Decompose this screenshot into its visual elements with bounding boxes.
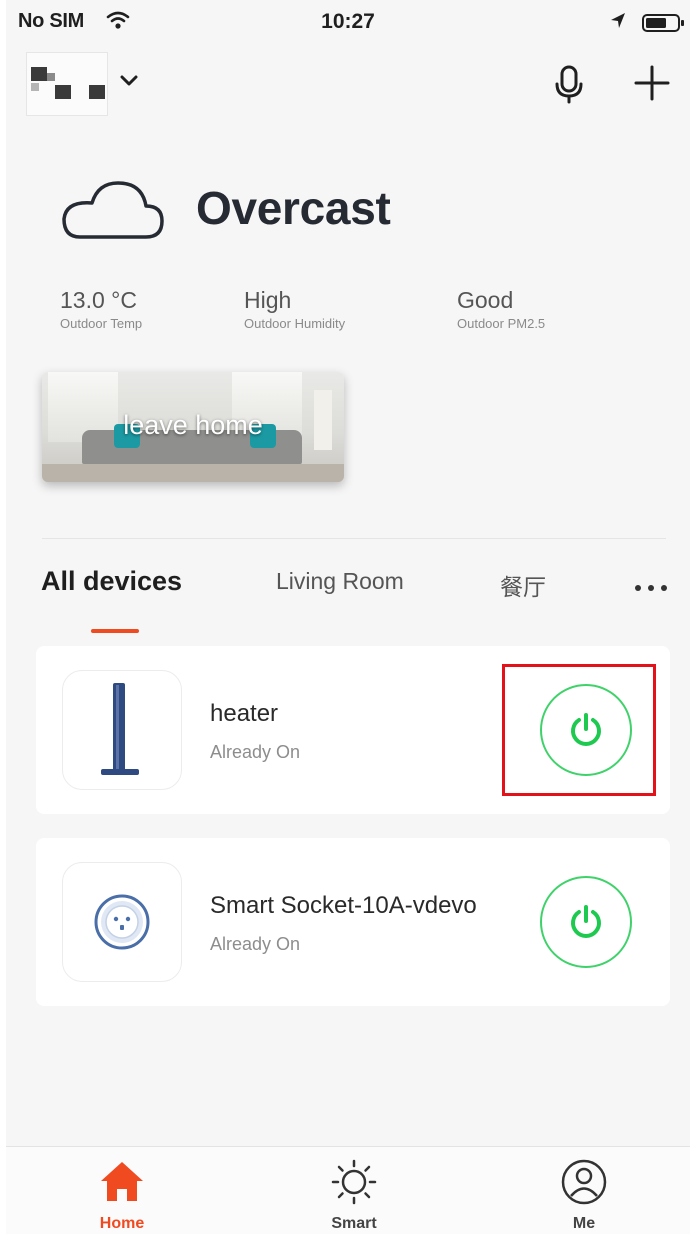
stat-outdoor-pm25: Good Outdoor PM2.5: [457, 287, 545, 331]
tabbar-label: Home: [99, 1215, 145, 1232]
tabbar-home[interactable]: Home: [52, 1147, 192, 1234]
more-dots-icon[interactable]: [634, 580, 668, 598]
battery-icon: [642, 13, 686, 38]
tabbar-label: Smart: [331, 1215, 377, 1232]
status-bar: No SIM 10:27: [6, 0, 690, 48]
device-card-heater[interactable]: heater Already On: [36, 646, 670, 814]
bottom-tab-bar: Home Smart Me: [6, 1146, 690, 1234]
qr-code-icon: [31, 67, 105, 99]
power-icon: [571, 905, 601, 938]
device-name: heater: [210, 700, 279, 727]
stat-label: Outdoor PM2.5: [457, 316, 546, 331]
device-status: Already On: [210, 742, 301, 762]
stat-label: Outdoor Temp: [60, 316, 143, 331]
status-time: 10:27: [321, 10, 375, 33]
device-status: Already On: [210, 934, 301, 954]
stat-value: High: [244, 287, 292, 313]
stat-value: 13.0 °C: [60, 287, 137, 313]
user-icon: [561, 1159, 607, 1205]
microphone-icon[interactable]: [552, 64, 586, 109]
stat-value: Good: [457, 287, 514, 313]
weather-condition: Overcast: [196, 182, 391, 234]
tab-living-room[interactable]: Living Room: [276, 568, 404, 595]
tabbar-smart[interactable]: Smart: [284, 1147, 424, 1234]
power-button-smart-socket[interactable]: [540, 876, 632, 968]
tab-all-devices[interactable]: All devices: [41, 566, 182, 597]
plus-icon[interactable]: [633, 64, 671, 107]
home-switcher[interactable]: [26, 52, 108, 116]
device-card-smart-socket[interactable]: Smart Socket-10A-vdevo Already On: [36, 838, 670, 1006]
stat-outdoor-humidity: High Outdoor Humidity: [244, 287, 345, 331]
tabbar-label: Me: [572, 1215, 596, 1232]
active-tab-indicator: [91, 629, 139, 633]
scene-floor: [42, 464, 344, 482]
cloud-icon: [58, 175, 168, 250]
sun-icon: [331, 1159, 377, 1205]
highlight-box: [502, 664, 656, 796]
device-name: Smart Socket-10A-vdevo: [210, 892, 477, 919]
scene-card-leave-home[interactable]: leave home: [42, 372, 344, 482]
socket-icon: [62, 862, 182, 982]
tabbar-me[interactable]: Me: [514, 1147, 654, 1234]
location-arrow-icon: [610, 12, 626, 35]
stat-label: Outdoor Humidity: [244, 316, 346, 331]
home-icon: [101, 1162, 143, 1201]
section-divider: [42, 538, 666, 539]
stat-outdoor-temp: 13.0 °C Outdoor Temp: [60, 287, 142, 331]
heater-icon: [62, 670, 182, 790]
chevron-down-icon[interactable]: [119, 74, 139, 93]
app-screen: No SIM 10:27 Overcast 13.0 °C Outdoor Te…: [6, 0, 690, 1234]
tab-dining-room[interactable]: 餐厅: [500, 568, 546, 602]
scene-label: leave home: [123, 410, 263, 440]
